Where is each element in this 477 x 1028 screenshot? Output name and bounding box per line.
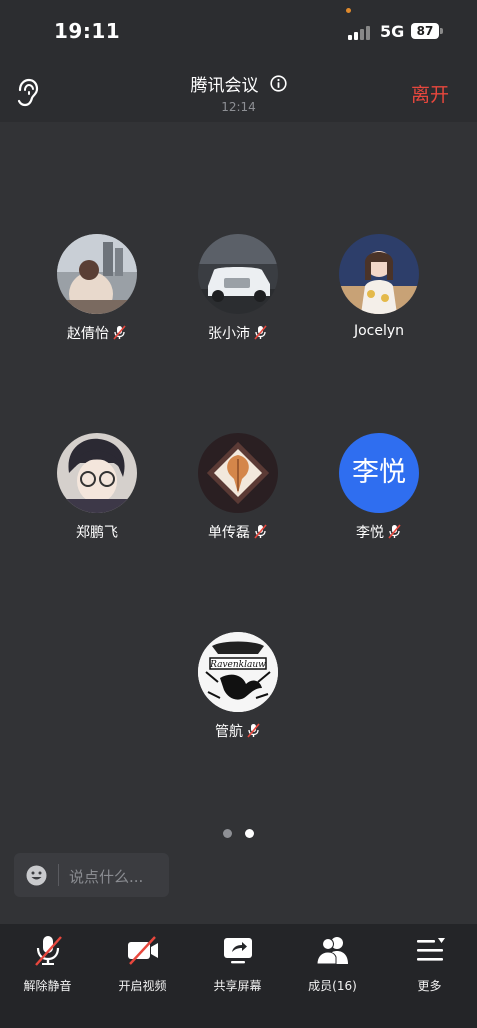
toolbar-label: 开启视频 [118,979,167,993]
unmute-button[interactable]: 解除静音 [0,934,95,994]
share-screen-icon [223,938,252,964]
toolbar-label: 解除静音 [23,979,72,993]
participant-tile[interactable]: 张小沛 [168,234,308,343]
members-button[interactable]: 成员(16) [285,934,380,994]
privacy-indicator-dot [346,8,351,13]
participant-tile[interactable]: Jocelyn [309,234,449,339]
meeting-duration: 12:14 [221,100,256,114]
participant-grid: 赵倩怡 张小沛 Jocelyn 郑鹏飞 单传磊 李悦 李悦 Ravenklauw… [0,122,477,924]
participant-tile[interactable]: Ravenklauw 管航 [168,632,308,741]
mic-muted-icon [247,723,260,738]
page-dot-active[interactable] [245,829,254,838]
meeting-title-area[interactable]: 腾讯会议 [0,71,477,96]
meeting-title: 腾讯会议 [190,76,259,96]
avatar: 李悦 [339,433,419,513]
info-icon[interactable] [269,75,287,92]
network-type: 5G [380,22,405,41]
mic-muted-icon [34,936,62,966]
mic-muted-icon [254,325,267,340]
participant-name: 单传磊 [208,525,250,541]
status-time: 19:11 [54,19,121,43]
signal-icon [348,24,372,40]
participant-name: 张小沛 [208,326,250,342]
avatar-initials: 李悦 [352,457,406,488]
share-screen-button[interactable]: 共享屏幕 [190,934,285,994]
bottom-toolbar: 解除静音 开启视频 共享屏幕 成员(16) 更多 [0,924,477,1028]
participant-tile[interactable]: 赵倩怡 [27,234,167,343]
participant-tile[interactable]: 李悦 李悦 [309,433,449,542]
chat-input[interactable]: 说点什么... [14,853,169,897]
emoji-icon[interactable] [26,865,47,886]
toolbar-label: 成员(16) [308,979,357,993]
avatar [57,433,137,513]
toolbar-label: 共享屏幕 [213,979,262,993]
status-bar: 19:11 5G 87 [0,0,477,62]
svg-text:Ravenklauw: Ravenklauw [209,660,266,670]
avatar: Ravenklauw [198,632,278,712]
more-menu-icon [416,938,445,961]
avatar [339,234,419,314]
members-icon [315,937,348,965]
camera-off-icon [127,936,158,965]
leave-button[interactable]: 离开 [411,80,449,107]
battery-level: 87 [411,23,439,39]
avatar [198,433,278,513]
participant-name: 赵倩怡 [67,326,109,342]
mic-muted-icon [254,524,267,539]
mic-muted-icon [113,325,126,340]
more-button[interactable]: 更多 [382,934,477,994]
participant-name: 李悦 [356,525,384,541]
participant-tile[interactable]: 单传磊 [168,433,308,542]
toolbar-label: 更多 [417,979,442,993]
battery-icon [440,28,443,34]
page-dot[interactable] [223,829,232,838]
mic-muted-icon [388,524,401,539]
participant-name: Jocelyn [353,323,405,339]
meeting-header: 腾讯会议 12:14 离开 [0,62,477,122]
divider [58,864,59,886]
avatar [57,234,137,314]
participant-name: 郑鹏飞 [76,525,118,541]
chat-placeholder: 说点什么... [69,868,144,886]
start-video-button[interactable]: 开启视频 [95,934,190,994]
participant-name: 管航 [215,724,243,740]
avatar [198,234,278,314]
participant-tile[interactable]: 郑鹏飞 [27,433,167,542]
